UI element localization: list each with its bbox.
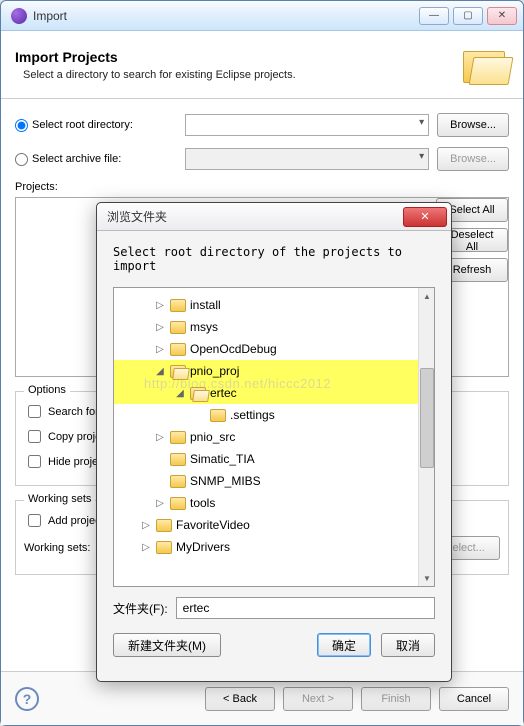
tree-item[interactable]: SNMP_MIBS [114,470,434,492]
tree-item[interactable]: ▷ FavoriteVideo [114,514,434,536]
minimize-button[interactable]: — [419,7,449,25]
tree-item-label: SNMP_MIBS [190,474,261,488]
archive-radio-label[interactable]: Select archive file: [15,153,185,166]
modal-titlebar: 浏览文件夹 ✕ [97,203,451,231]
folder-tree[interactable]: http://blog.csdn.net/hiccc2012 ▷install▷… [113,287,435,587]
expander-icon[interactable]: ▷ [140,542,152,553]
tree-item-label: tools [190,496,215,510]
archive-combo [185,148,429,170]
root-dir-radio-label[interactable]: Select root directory: [15,119,185,132]
tree-item-label: pnio_proj [190,364,239,378]
next-button: Next > [283,687,353,711]
modal-body: Select root directory of the projects to… [97,231,451,667]
tree-item[interactable]: ▷ msys [114,316,434,338]
tree-item-label: Simatic_TIA [190,452,255,466]
modal-footer: 新建文件夹(M) 确定 取消 [113,633,435,657]
tree-item-label: MyDrivers [176,540,230,554]
browse-folder-dialog: 浏览文件夹 ✕ Select root directory of the pro… [96,202,452,682]
folder-icon [190,387,206,400]
folder-icon [170,343,186,356]
tree-item-label: OpenOcdDebug [190,342,277,356]
folder-path-row: 文件夹(F): [113,597,435,619]
options-title: Options [24,384,70,396]
tree-item-label: .settings [230,408,275,422]
titlebar: Import — ▢ ✕ [1,1,523,31]
tree-item[interactable]: ◢ pnio_proj [114,360,434,382]
expander-icon[interactable]: ▷ [154,322,166,333]
back-button[interactable]: < Back [205,687,275,711]
modal-title: 浏览文件夹 [107,208,167,225]
tree-item[interactable]: ◢ ertec [114,382,434,404]
folder-icon [156,541,172,554]
banner-title: Import Projects [15,49,461,65]
tree-scrollbar[interactable]: ▲ ▼ [418,288,434,586]
root-dir-row: Select root directory: Browse... [15,113,509,137]
cancel-button[interactable]: Cancel [439,687,509,711]
root-dir-combo[interactable] [185,114,429,136]
folder-icon [170,453,186,466]
expander-icon[interactable]: ▷ [140,520,152,531]
scroll-thumb[interactable] [420,368,434,468]
folder-icon [170,321,186,334]
archive-label-text: Select archive file: [32,153,121,165]
hide-existing-checkbox[interactable] [28,455,41,468]
expander-icon[interactable]: ◢ [154,366,166,377]
eclipse-icon [11,8,27,24]
modal-message: Select root directory of the projects to… [113,245,435,273]
tree-item[interactable]: ▷ OpenOcdDebug [114,338,434,360]
archive-row: Select archive file: Browse... [15,147,509,171]
expander-icon[interactable]: ▷ [154,344,166,355]
folder-path-label: 文件夹(F): [113,600,168,617]
copy-projects-checkbox[interactable] [28,430,41,443]
window-controls: — ▢ ✕ [419,7,517,25]
expander-icon[interactable]: ◢ [174,388,186,399]
tree-item[interactable]: ▷ MyDrivers [114,536,434,558]
projects-label: Projects: [15,181,509,193]
close-button[interactable]: ✕ [487,7,517,25]
expander-icon[interactable]: ▷ [154,432,166,443]
finish-button: Finish [361,687,431,711]
new-folder-button[interactable]: 新建文件夹(M) [113,633,221,657]
tree-item[interactable]: Simatic_TIA [114,448,434,470]
banner-desc: Select a directory to search for existin… [23,69,461,81]
scroll-up-icon[interactable]: ▲ [420,289,434,303]
root-dir-radio[interactable] [15,119,28,132]
tree-item[interactable]: ▷ tools [114,492,434,514]
folder-icon [156,519,172,532]
tree-item-label: FavoriteVideo [176,518,250,532]
tree-item[interactable]: ▷ install [114,294,434,316]
folder-icon [170,431,186,444]
folder-icon [170,365,186,378]
root-dir-label-text: Select root directory: [32,119,133,131]
tree-item-label: ertec [210,386,237,400]
root-browse-button[interactable]: Browse... [437,113,509,137]
working-sets-title: Working sets [24,493,95,505]
add-to-ws-checkbox[interactable] [28,514,41,527]
scroll-down-icon[interactable]: ▼ [420,571,434,585]
help-icon[interactable]: ? [15,687,39,711]
ok-button[interactable]: 确定 [317,633,371,657]
ws-label: Working sets: [24,542,90,554]
maximize-button[interactable]: ▢ [453,7,483,25]
expander-icon[interactable]: ▷ [154,498,166,509]
modal-close-button[interactable]: ✕ [403,207,447,227]
tree-item[interactable]: .settings [114,404,434,426]
folder-path-input[interactable] [176,597,435,619]
search-nested-checkbox[interactable] [28,405,41,418]
banner: Import Projects Select a directory to se… [1,31,523,99]
folder-open-icon [461,45,509,85]
tree-item[interactable]: ▷ pnio_src [114,426,434,448]
tree-item-label: msys [190,320,218,334]
folder-icon [170,497,186,510]
modal-cancel-button[interactable]: 取消 [381,633,435,657]
archive-radio[interactable] [15,153,28,166]
folder-icon [210,409,226,422]
tree-item-label: pnio_src [190,430,235,444]
tree-item-label: install [190,298,221,312]
expander-icon[interactable]: ▷ [154,300,166,311]
folder-icon [170,299,186,312]
archive-browse-button: Browse... [437,147,509,171]
folder-icon [170,475,186,488]
window-title: Import [33,9,67,23]
